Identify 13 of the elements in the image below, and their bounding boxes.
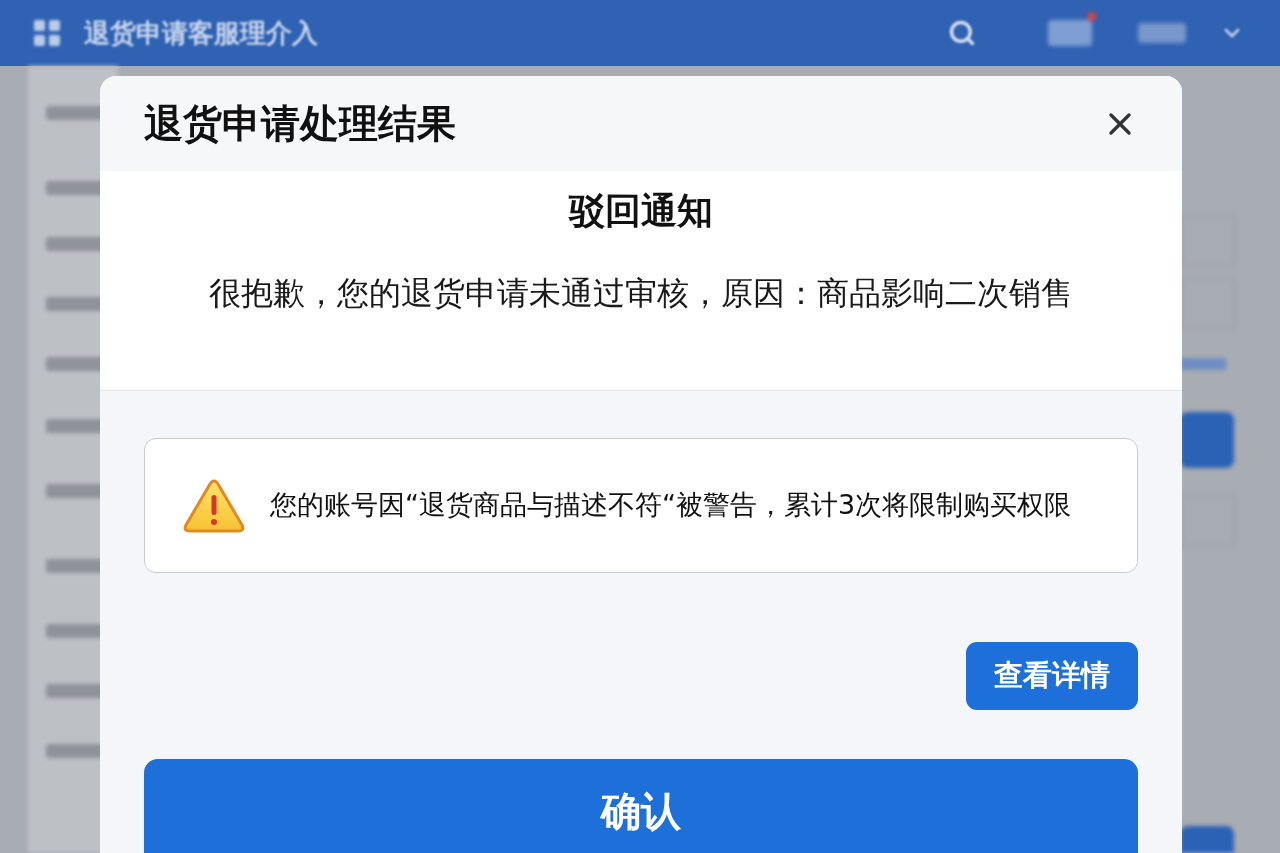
search-icon[interactable] (948, 19, 976, 47)
app-title: 退货申请客服理介入 (84, 16, 318, 50)
blurred-link[interactable] (1180, 358, 1226, 370)
blurred-button[interactable] (1180, 412, 1234, 468)
view-details-button[interactable]: 查看详情 (966, 642, 1138, 710)
notice-message: 很抱歉，您的退货申请未通过审核，原因：商品影响二次销售 (209, 273, 1073, 314)
notice-heading: 驳回通知 (569, 189, 713, 233)
grid-icon[interactable] (32, 18, 62, 48)
blurred-button[interactable] (1180, 826, 1234, 853)
warning-text: 您的账号因“退货商品与描述不符“被警告，累计3次将限制购买权限 (270, 488, 1072, 523)
warning-icon (183, 478, 245, 533)
dialog-title: 退货申请处理结果 (144, 104, 456, 143)
confirm-button[interactable]: 确认 (144, 759, 1138, 853)
